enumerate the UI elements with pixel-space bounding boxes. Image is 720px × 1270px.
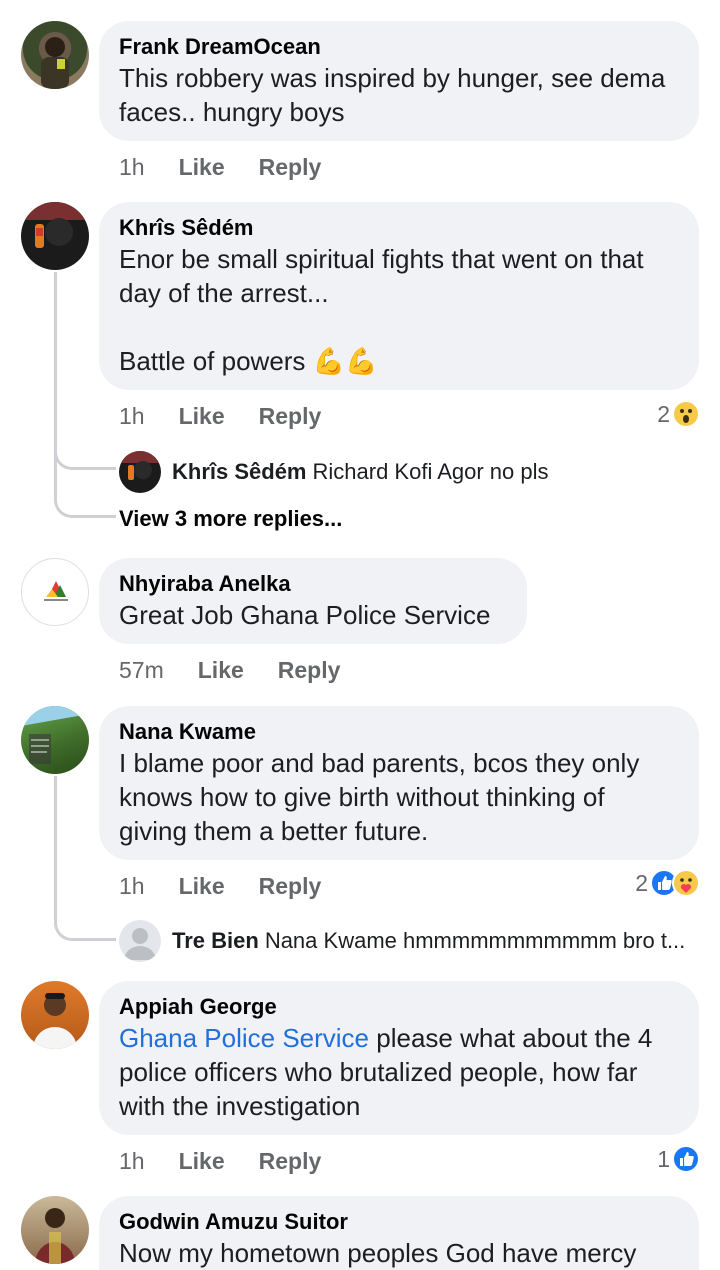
page-mention-link[interactable]: Ghana Police Service [119,1023,369,1053]
wow-reaction-icon [672,400,700,428]
thread-connector [54,440,116,518]
comment-author[interactable]: Nana Kwame [119,718,679,746]
reaction-summary[interactable]: 2 [657,399,700,429]
reply-author[interactable]: Khrîs Sêdém [172,459,307,484]
like-button[interactable]: Like [198,657,244,684]
person-photo-icon [41,37,69,89]
thread-connector [54,776,116,941]
comment-text: Enor be small spiritual fights that went… [119,244,644,376]
like-button[interactable]: Like [179,403,225,430]
person-photo-icon [21,202,89,248]
reply-text: Richard Kofi Agor no pls [312,459,549,484]
comment-time[interactable]: 1h [119,154,145,181]
comment-author[interactable]: Nhyiraba Anelka [119,570,507,598]
reaction-summary[interactable]: 2 [635,868,700,898]
comment-bubble: Appiah George Ghana Police Service pleas… [99,981,699,1135]
reply-author[interactable]: Tre Bien [172,928,259,953]
comment-time[interactable]: 1h [119,873,145,900]
flexed-biceps-emoji: 💪💪 [312,346,378,376]
reply-avatar[interactable] [119,451,161,493]
like-button[interactable]: Like [179,873,225,900]
reaction-count: 2 [657,400,670,427]
comment-bubble: Frank DreamOcean This robbery was inspir… [99,21,699,141]
person-photo-icon [33,993,77,1049]
reply-button[interactable]: Reply [259,1148,322,1175]
like-button[interactable]: Like [179,154,225,181]
avatar-godwin[interactable] [21,1196,89,1264]
comment-text: Now my hometown peoples God have mercy [119,1238,637,1268]
comment-text: This robbery was inspired by hunger, see… [119,63,673,127]
comment-actions: 1h Like Reply [119,1146,321,1176]
comment-actions: 57m Like Reply [119,655,340,685]
comment-time[interactable]: 1h [119,403,145,430]
reply-button[interactable]: Reply [259,403,322,430]
reply-avatar[interactable] [119,920,161,962]
landscape-photo-icon [21,706,89,764]
avatar-frank[interactable] [21,21,89,89]
comment-author[interactable]: Khrîs Sêdém [119,214,679,242]
comment-actions: 1h Like Reply [119,871,321,901]
view-more-replies-link[interactable]: View 3 more replies... [119,506,342,532]
person-photo-icon [119,451,161,480]
comment-author[interactable]: Appiah George [119,993,679,1021]
reaction-count: 1 [657,1145,670,1172]
comment-bubble: Nana Kwame I blame poor and bad parents,… [99,706,699,860]
reply-preview[interactable]: Khrîs Sêdém Richard Kofi Agor no pls [172,457,702,487]
comment-text: Ghana Police Service please what about t… [119,1023,660,1121]
reply-button[interactable]: Reply [278,657,341,684]
reaction-count: 2 [635,869,648,896]
reply-button[interactable]: Reply [259,154,322,181]
reaction-summary[interactable]: 1 [657,1144,700,1174]
comment-text: Great Job Ghana Police Service [119,600,491,630]
comment-time[interactable]: 1h [119,1148,145,1175]
comment-author[interactable]: Godwin Amuzu Suitor [119,1208,679,1236]
person-photo-icon [35,1208,75,1264]
default-profile-icon [124,928,156,960]
comment-bubble: Nhyiraba Anelka Great Job Ghana Police S… [99,558,527,644]
avatar-khris[interactable] [21,202,89,270]
avatar-nhyiraba[interactable] [21,558,89,626]
comment-bubble: Godwin Amuzu Suitor Now my hometown peop… [99,1196,699,1270]
comment-actions: 1h Like Reply [119,152,321,182]
comment-author[interactable]: Frank DreamOcean [119,33,679,61]
comment-actions: 1h Like Reply [119,401,321,431]
comment-bubble: Khrîs Sêdém Enor be small spiritual figh… [99,202,699,390]
reply-preview[interactable]: Tre Bien Nana Kwame hmmmmmmmmmmm bro t... [172,926,702,956]
reply-text: Nana Kwame hmmmmmmmmmmm bro t... [264,928,686,953]
avatar-nana[interactable] [21,706,89,774]
like-reaction-icon [672,1145,700,1173]
avatar-appiah[interactable] [21,981,89,1049]
comment-text: I blame poor and bad parents, bcos they … [119,748,647,846]
comment-time[interactable]: 57m [119,657,164,684]
logo-icon [44,581,68,601]
like-button[interactable]: Like [179,1148,225,1175]
reply-button[interactable]: Reply [259,873,322,900]
care-reaction-icon [672,869,700,897]
